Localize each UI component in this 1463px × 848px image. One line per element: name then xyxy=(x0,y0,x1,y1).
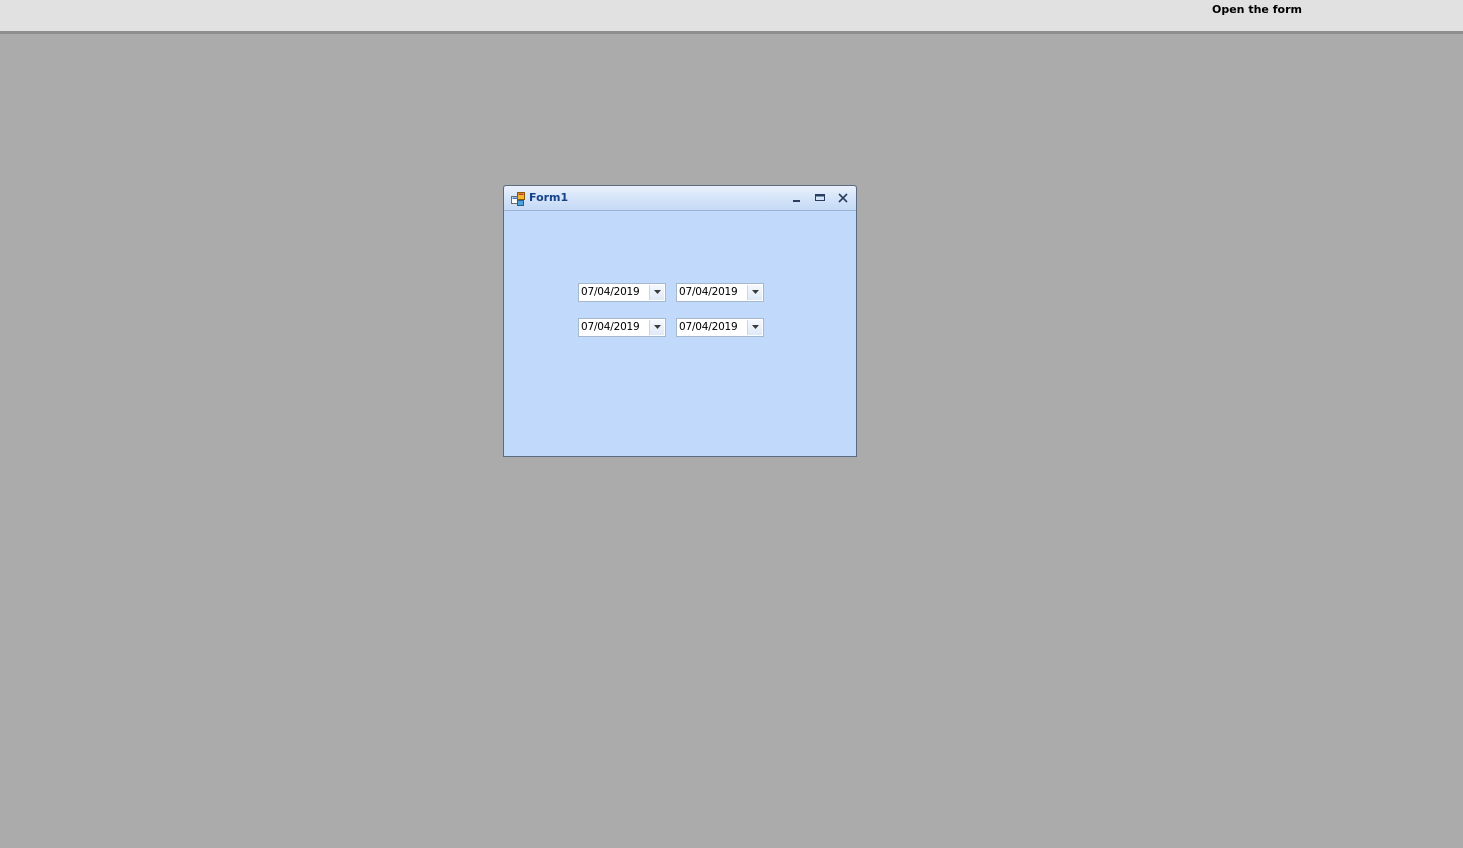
date-picker-1[interactable]: 07/04/2019 xyxy=(578,283,666,302)
date-picker-2-dropdown[interactable] xyxy=(747,285,762,300)
date-picker-3[interactable]: 07/04/2019 xyxy=(578,318,666,337)
date-picker-2[interactable]: 07/04/2019 xyxy=(676,283,764,302)
date-picker-2-value[interactable]: 07/04/2019 xyxy=(679,286,738,298)
date-picker-3-value[interactable]: 07/04/2019 xyxy=(581,321,640,333)
chevron-down-icon xyxy=(654,325,661,329)
maximize-icon xyxy=(815,194,825,201)
form-app-icon xyxy=(511,191,525,206)
date-picker-4-dropdown[interactable] xyxy=(747,320,762,335)
chevron-down-icon xyxy=(752,325,759,329)
form-title: Form1 xyxy=(529,191,569,204)
date-picker-1-value[interactable]: 07/04/2019 xyxy=(581,286,640,298)
minimize-icon xyxy=(793,200,800,202)
form1-titlebar[interactable]: Form1 xyxy=(504,186,856,211)
chevron-down-icon xyxy=(654,290,661,294)
maximize-button[interactable] xyxy=(813,191,827,205)
date-picker-4-value[interactable]: 07/04/2019 xyxy=(679,321,738,333)
chevron-down-icon xyxy=(752,290,759,294)
close-icon xyxy=(838,193,848,203)
form1-window[interactable]: Form1 07/04/2019 07/04/2019 07/04/2019 0… xyxy=(503,185,857,457)
date-picker-3-dropdown[interactable] xyxy=(649,320,664,335)
close-button[interactable] xyxy=(836,191,850,205)
form1-client-area: 07/04/2019 07/04/2019 07/04/2019 07/04/2… xyxy=(504,211,856,456)
open-form-menu-item[interactable]: Open the form xyxy=(1212,3,1302,16)
date-picker-4[interactable]: 07/04/2019 xyxy=(676,318,764,337)
minimize-button[interactable] xyxy=(790,191,804,205)
date-picker-1-dropdown[interactable] xyxy=(649,285,664,300)
top-menu-bar: Open the form xyxy=(0,0,1463,34)
